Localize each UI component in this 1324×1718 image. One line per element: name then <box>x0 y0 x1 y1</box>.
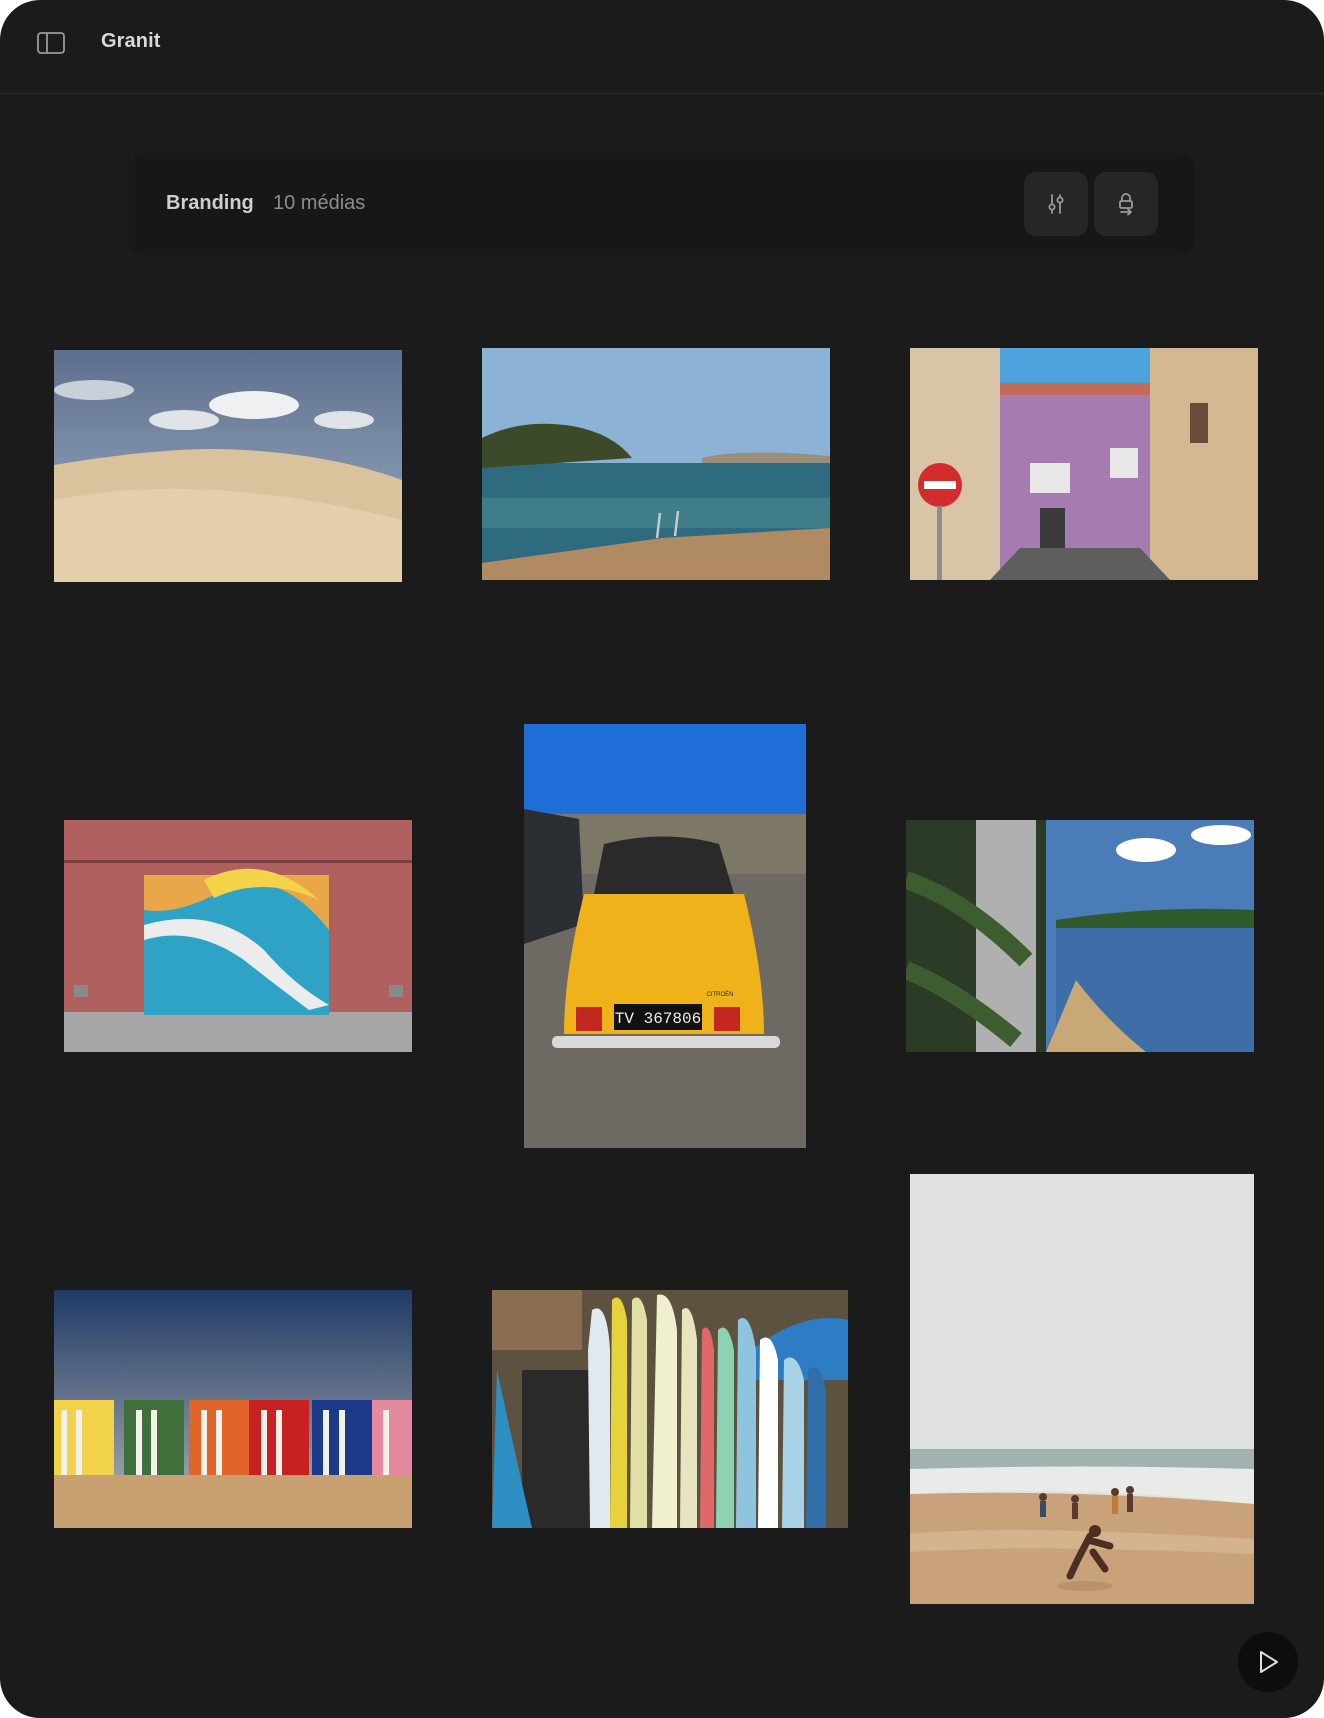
harbor-boats-image <box>906 820 1254 1052</box>
sea-pier-image <box>482 348 830 580</box>
wave-mural-image <box>64 820 412 1052</box>
play-icon <box>1260 1651 1278 1673</box>
photo-sand-dunes[interactable] <box>54 350 402 582</box>
photo-sea-pier[interactable] <box>482 348 830 580</box>
surfboards-image <box>492 1290 848 1528</box>
street-houses-image <box>910 348 1258 580</box>
beach-huts-image <box>54 1290 412 1528</box>
sand-dunes-image <box>54 350 402 582</box>
photo-surfboards[interactable] <box>492 1290 848 1528</box>
app-title: Granit <box>101 30 161 52</box>
top-bar: Granit <box>0 0 1324 94</box>
beach-surfers-image <box>910 1174 1254 1604</box>
share-icon <box>1119 193 1133 216</box>
filter-button[interactable] <box>1024 172 1088 236</box>
photo-yellow-car[interactable]: TV 367806 CITROËN <box>524 724 806 1148</box>
photo-street-houses[interactable] <box>910 348 1258 580</box>
sliders-icon <box>1048 194 1064 214</box>
sidebar-icon <box>37 32 65 54</box>
share-button[interactable] <box>1094 172 1158 236</box>
photo-beach-huts[interactable] <box>54 1290 412 1528</box>
play-button[interactable] <box>1238 1632 1298 1692</box>
car-plate: TV 367806 <box>615 1010 701 1028</box>
photo-beach-surfers[interactable] <box>910 1174 1254 1604</box>
photo-wave-mural[interactable] <box>64 820 412 1052</box>
photo-harbor-boats[interactable] <box>906 820 1254 1052</box>
collection-name: Branding <box>166 192 254 214</box>
media-count: 10 médias <box>273 192 366 214</box>
sidebar-toggle-button[interactable] <box>34 28 68 58</box>
yellow-car-image: TV 367806 CITROËN <box>524 724 806 1148</box>
collection-toolbar: Branding 10 médias <box>129 153 1195 255</box>
car-badge: CITROËN <box>707 991 734 998</box>
app-window: Granit Branding 10 médias TV 367806 CITR… <box>0 0 1324 1718</box>
